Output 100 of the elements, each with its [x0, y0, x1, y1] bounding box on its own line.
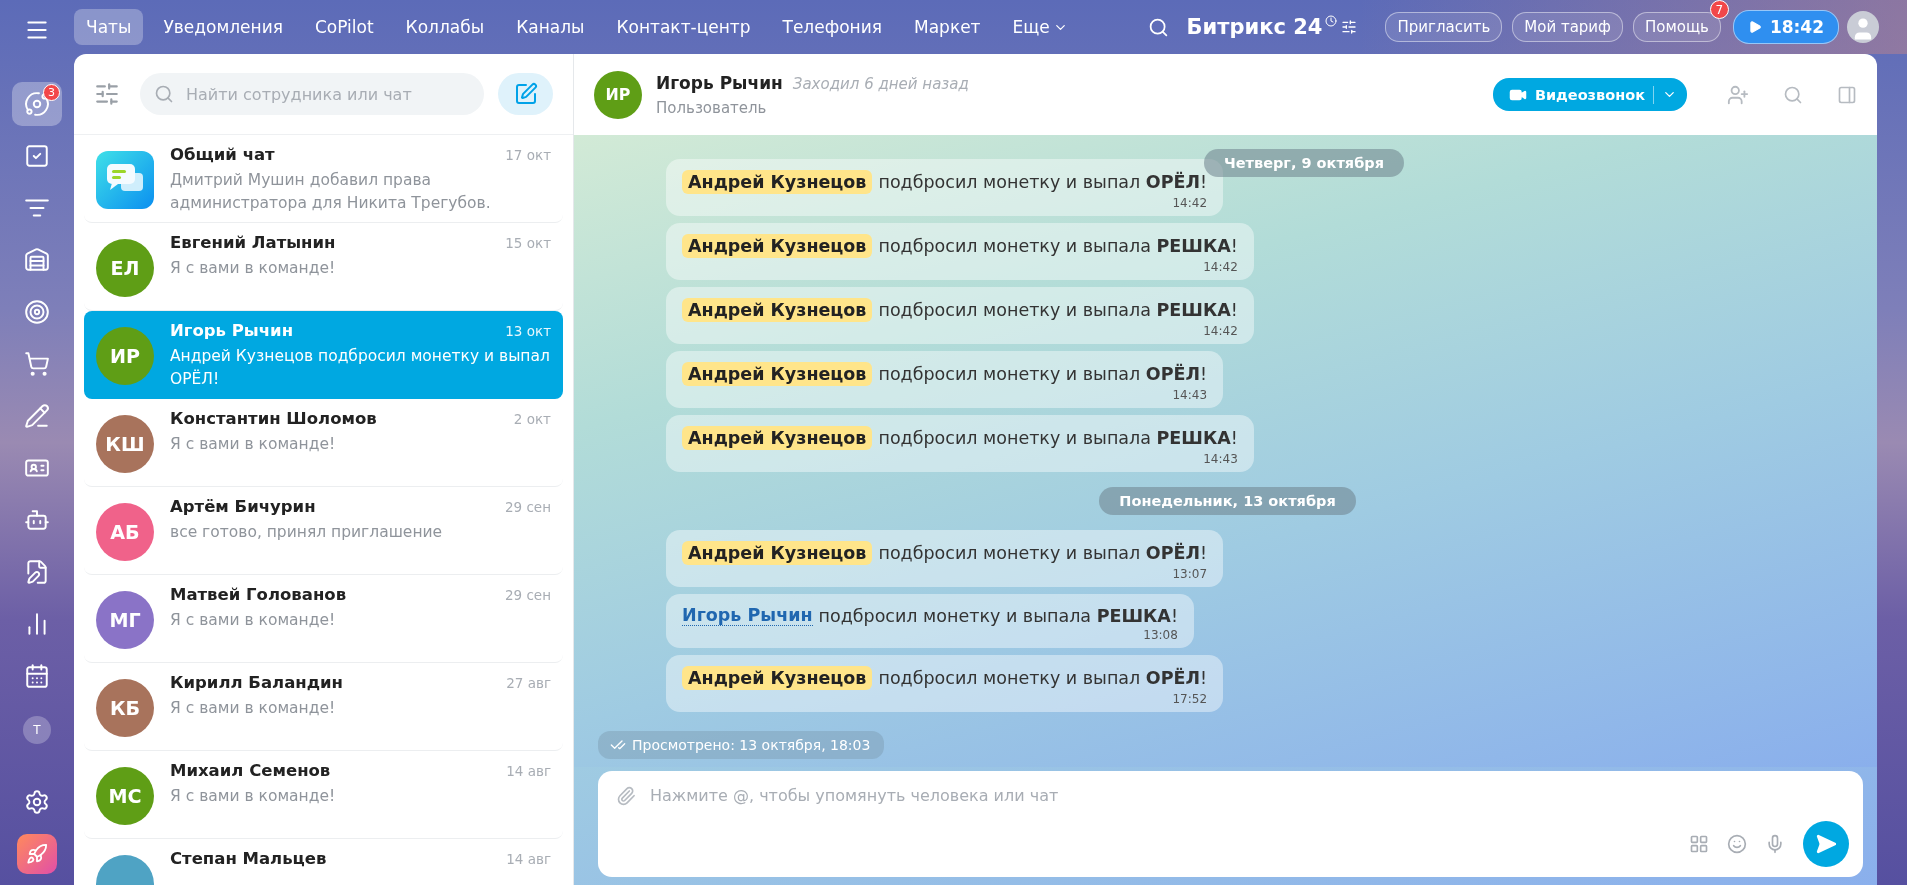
- notification-badge: 3: [43, 84, 60, 101]
- pencil-icon: [24, 403, 50, 429]
- contact-avatar: КБ: [96, 679, 154, 737]
- contact-avatar: МГ: [96, 591, 154, 649]
- sliders-icon[interactable]: [1341, 19, 1358, 35]
- chat-date: 29 сен: [504, 587, 551, 603]
- chat-date: 27 авг: [506, 675, 551, 691]
- message-time: 13:07: [1172, 567, 1208, 581]
- author-mention[interactable]: Андрей Кузнецов: [682, 426, 873, 450]
- work-timer-button[interactable]: 18:42: [1732, 10, 1839, 44]
- file-edit-icon: [24, 559, 50, 585]
- nav-tab[interactable]: Уведомления: [151, 9, 295, 45]
- nav-tab[interactable]: Маркет: [902, 9, 993, 45]
- chat-name: Матвей Голованов: [170, 585, 347, 604]
- author-link[interactable]: Игорь Рычин: [682, 605, 813, 626]
- contact-avatar: КШ: [96, 415, 154, 473]
- robot-icon: [24, 507, 50, 533]
- contact-avatar: ЕЛ: [96, 239, 154, 297]
- author-mention[interactable]: Андрей Кузнецов: [682, 666, 873, 690]
- chat-list-item[interactable]: ИР Игорь Рычин 13 окт Андрей Кузнецов подбросил монетку и выпал ОРЁЛ!: [84, 311, 563, 399]
- search-icon[interactable]: [1147, 16, 1169, 38]
- calendar-icon: [24, 663, 50, 689]
- rail-button[interactable]: 3: [12, 82, 62, 126]
- message-time: 13:08: [1143, 628, 1178, 642]
- apps-icon[interactable]: [1689, 834, 1709, 854]
- microphone-icon[interactable]: [1765, 834, 1785, 854]
- user-avatar[interactable]: Т: [23, 716, 51, 744]
- chat-preview: Я с вами в команде!: [170, 698, 337, 719]
- chat-list-item[interactable]: АБ Артём Бичурин 29 сен все готово, принял приглашение: [84, 487, 563, 575]
- chat-name: Евгений Латынин: [170, 233, 336, 252]
- target-icon: [24, 299, 50, 325]
- message-time: 14:43: [1203, 452, 1238, 466]
- nav-tab[interactable]: CoPilot: [302, 9, 386, 45]
- author-mention[interactable]: Андрей Кузнецов: [682, 541, 873, 565]
- search-icon: [154, 84, 174, 104]
- message-text: подбросил монетку и выпала РЕШКА!: [878, 300, 1238, 320]
- clock-icon: [1325, 15, 1338, 27]
- paperclip-icon[interactable]: [616, 785, 636, 806]
- chat-list-item[interactable]: МГ Матвей Голованов 29 сен Я с вами в команде!: [84, 575, 563, 663]
- chat-preview: Я с вами в команде!: [170, 258, 337, 279]
- search-field[interactable]: Найти сотрудника или чат: [140, 73, 484, 115]
- nav-tab[interactable]: Контакт-центр: [604, 9, 763, 45]
- emoji-icon[interactable]: [1727, 834, 1747, 854]
- chat-name: Константин Шоломов: [170, 409, 377, 428]
- contact-role: Пользователь: [656, 98, 768, 117]
- warehouse-icon: [24, 247, 50, 273]
- author-mention[interactable]: Андрей Кузнецов: [682, 298, 873, 322]
- chat-date: 17 окт: [505, 147, 551, 163]
- chat-date: 14 авг: [506, 763, 551, 779]
- read-status-text: Просмотрено: 13 октября, 18:03: [632, 737, 871, 753]
- nav-tab[interactable]: Коллабы: [393, 9, 497, 45]
- message-text: подбросил монетку и выпал ОРЁЛ!: [878, 364, 1208, 384]
- chat-date: 2 окт: [513, 411, 551, 427]
- message-text: подбросил монетку и выпал ОРЁЛ!: [878, 668, 1208, 688]
- last-seen-status: Заходил 6 дней назад: [792, 74, 969, 93]
- contact-name[interactable]: Игорь Рычин: [656, 72, 783, 93]
- nav-tab[interactable]: Чаты: [74, 9, 144, 45]
- filter-icon[interactable]: [94, 81, 120, 107]
- message-text: подбросил монетку и выпала РЕШКА!: [878, 236, 1238, 256]
- new-chat-button[interactable]: [498, 73, 553, 115]
- header-button[interactable]: Пригласить: [1385, 12, 1503, 42]
- message-text: подбросил монетку и выпал ОРЁЛ!: [878, 543, 1208, 563]
- chat-list-item[interactable]: КБ Кирилл Баландин 27 авг Я с вами в команде!: [84, 663, 563, 751]
- play-icon: [1747, 20, 1762, 34]
- contact-avatar: МС: [96, 767, 154, 825]
- message-text: подбросил монетку и выпала РЕШКА!: [818, 605, 1178, 626]
- message-time: 17:52: [1172, 692, 1208, 706]
- cart-icon: [24, 351, 50, 377]
- author-mention[interactable]: Андрей Кузнецов: [682, 234, 873, 258]
- chat-preview: Я с вами в команде!: [170, 610, 337, 631]
- chat-name: Степан Мальцев: [170, 849, 327, 868]
- chat-name: Артём Бичурин: [170, 497, 316, 516]
- chat-name: Общий чат: [170, 145, 275, 164]
- chat-preview: Я с вами в команде!: [170, 786, 337, 807]
- chat-date: 15 окт: [505, 235, 551, 251]
- video-call-button[interactable]: Видеозвонок: [1492, 78, 1687, 111]
- header-button[interactable]: Мой тариф: [1512, 12, 1623, 42]
- search-input[interactable]: Найти сотрудника или чат: [184, 83, 470, 105]
- author-mention[interactable]: Андрей Кузнецов: [682, 362, 873, 386]
- chat-list-item[interactable]: Степан Мальцев 14 авг: [84, 839, 563, 885]
- author-mention[interactable]: Андрей Кузнецов: [682, 170, 873, 194]
- chat-name: Игорь Рычин: [170, 321, 294, 340]
- contact-avatar: ИР: [594, 70, 642, 119]
- logo[interactable]: Битрикс 24: [1186, 15, 1323, 39]
- chat-date: 14 авг: [506, 851, 551, 867]
- compose-icon: [513, 82, 538, 106]
- nav-tab[interactable]: Телефония: [770, 9, 894, 45]
- chat-name: Михаил Семенов: [170, 761, 331, 780]
- chat-list-item[interactable]: МС Михаил Семенов 14 авг Я с вами в команде!: [84, 751, 563, 839]
- chat-preview: все готово, принял приглашение: [170, 522, 444, 543]
- chat-list-item[interactable]: Общий чат 17 окт Дмитрий Мушин добавил права администратора для Никита Трегубов.: [84, 135, 563, 223]
- date-separator: Четверг, 9 октября: [1204, 149, 1404, 177]
- message-text: подбросил монетку и выпала РЕШКА!: [878, 428, 1238, 448]
- send-button[interactable]: [1803, 821, 1849, 867]
- more-menu[interactable]: Еще: [1000, 9, 1080, 45]
- nav-tab[interactable]: Каналы: [504, 9, 597, 45]
- notification-badge: 7: [1709, 0, 1729, 19]
- chat-list-item[interactable]: КШ Константин Шоломов 2 окт Я с вами в команде!: [84, 399, 563, 487]
- rail-button[interactable]: Т: [12, 708, 62, 752]
- profile-avatar[interactable]: [1847, 11, 1879, 43]
